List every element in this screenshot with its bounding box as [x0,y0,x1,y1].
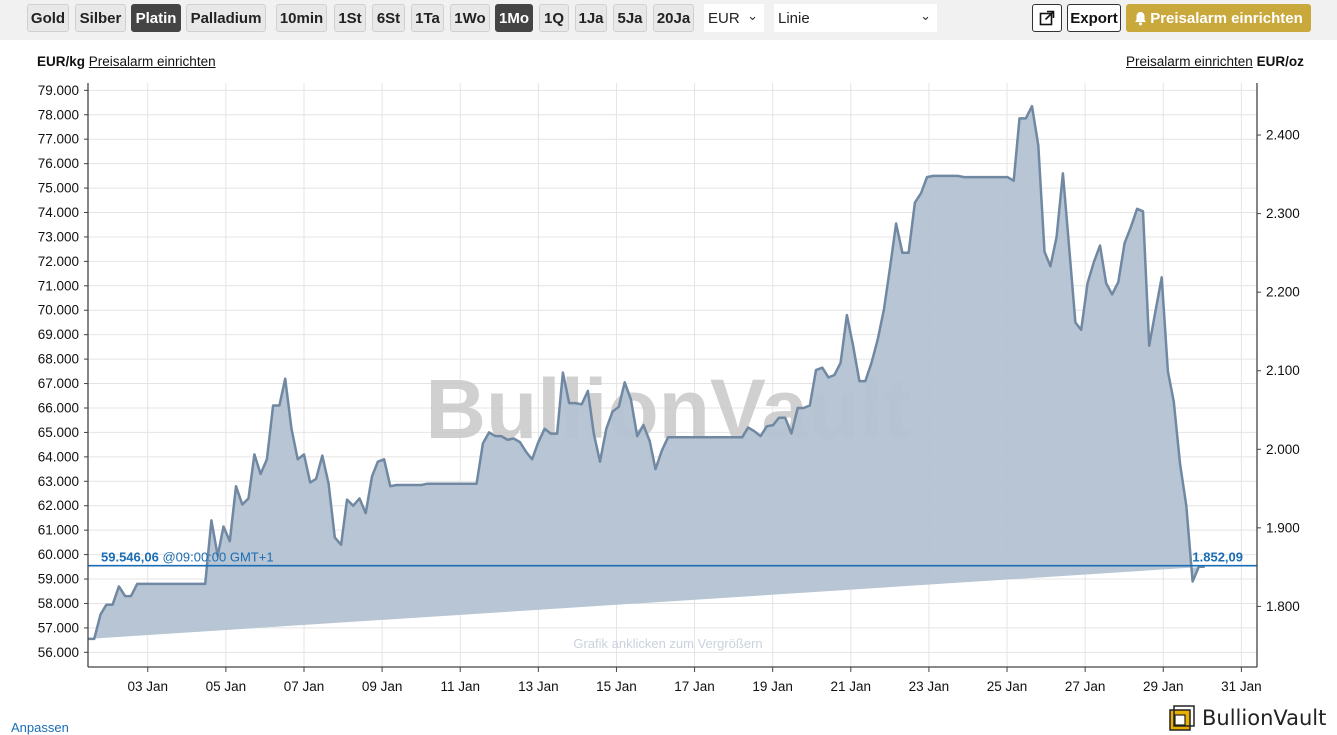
y-tick-label: 79.000 [38,83,79,98]
price-alarm-label: Preisalarm einrichten [1150,9,1303,27]
price-chart[interactable]: BullionVault Grafik anklicken zum Vergröß… [0,0,1337,735]
metal-button-platinum[interactable]: Platin [131,4,181,32]
y-tick-label: 64.000 [38,449,79,464]
bell-icon [1135,11,1147,25]
chevron-down-icon: ⌄ [747,8,758,23]
y-tick-label: 73.000 [38,229,79,244]
range-button-1ta[interactable]: 1Ta [411,4,444,32]
y-tick-label: 65.000 [38,425,79,440]
range-button-1st[interactable]: 1St [334,4,366,32]
range-button-10min[interactable]: 10min [276,4,327,32]
range-button-5ja[interactable]: 5Ja [613,4,647,32]
range-button-1q[interactable]: 1Q [539,4,569,32]
y-tick-label: 78.000 [38,107,79,122]
chart-style-value: Linie [778,9,810,27]
y-tick-label: 71.000 [38,278,79,293]
y2-tick-label: 2.200 [1266,285,1300,300]
toolbar: Gold Silber Platin Palladium 10min 1St 6… [0,0,1337,40]
y-tick-label: 59.000 [38,572,79,587]
x-tick-label: 03 Jan [127,679,168,694]
x-tick-label: 13 Jan [518,679,559,694]
open-external-button[interactable] [1032,4,1062,32]
chevron-down-icon: ⌄ [920,8,931,23]
y-tick-label: 62.000 [38,498,79,513]
y-tick-label: 60.000 [38,547,79,562]
x-tick-label: 27 Jan [1065,679,1106,694]
currency-select[interactable]: EUR ⌄ [704,4,764,32]
y-tick-label: 69.000 [38,327,79,342]
x-tick-label: 23 Jan [909,679,950,694]
metal-button-palladium[interactable]: Palladium [186,4,266,32]
range-button-1ja[interactable]: 1Ja [575,4,607,32]
x-tick-label: 25 Jan [987,679,1028,694]
right-price-alarm-link[interactable]: Preisalarm einrichten [1126,54,1253,69]
x-tick-label: 07 Jan [284,679,325,694]
y-tick-label: 72.000 [38,254,79,269]
price-alarm-button[interactable]: Preisalarm einrichten [1126,4,1311,32]
bullionvault-logo-icon [1169,705,1195,731]
right-axis-label: Preisalarm einrichten EUR/oz [1126,54,1304,69]
y-tick-label: 57.000 [38,620,79,635]
y2-tick-label: 2.300 [1266,206,1300,221]
x-tick-label: 19 Jan [752,679,793,694]
y-tick-label: 67.000 [38,376,79,391]
external-link-icon [1039,10,1055,26]
y-tick-label: 58.000 [38,596,79,611]
x-tick-label: 09 Jan [362,679,403,694]
x-tick-label: 11 Jan [440,679,480,694]
x-tick-label: 17 Jan [674,679,715,694]
y2-tick-label: 2.400 [1266,128,1300,143]
y-tick-label: 74.000 [38,205,79,220]
enlarge-hint-text: Grafik anklicken zum Vergrößern [573,636,762,651]
left-unit: EUR/kg [37,54,86,69]
range-button-6st[interactable]: 6St [372,4,405,32]
y-tick-label: 63.000 [38,474,79,489]
metal-button-silver[interactable]: Silber [75,4,126,32]
x-tick-label: 15 Jan [596,679,637,694]
x-tick-label: 31 Jan [1221,679,1262,694]
y-tick-label: 68.000 [38,352,79,367]
left-axis-label: EUR/kg Preisalarm einrichten [37,54,216,69]
current-price-oz-label: 1.852,09 [1192,550,1243,565]
export-button[interactable]: Export [1067,4,1121,32]
metal-button-gold[interactable]: Gold [27,4,69,32]
current-price-label: 59.546,06 @09:00:00 GMT+1 [101,550,274,565]
left-price-alarm-link[interactable]: Preisalarm einrichten [89,54,216,69]
customize-link[interactable]: Anpassen [11,720,69,735]
chart-style-select[interactable]: Linie ⌄ [774,4,937,32]
x-tick-label: 29 Jan [1143,679,1184,694]
right-unit: EUR/oz [1256,54,1304,69]
watermark-text: BullionVault [425,362,910,456]
range-button-20ja[interactable]: 20Ja [653,4,694,32]
x-tick-label: 05 Jan [206,679,247,694]
y2-tick-label: 1.900 [1266,520,1300,535]
y-tick-label: 75.000 [38,181,79,196]
y-tick-label: 70.000 [38,303,79,318]
currency-value: EUR [708,9,740,27]
bullionvault-logo: BullionVault [1168,703,1326,733]
range-button-1mo[interactable]: 1Mo [495,4,533,32]
y-tick-label: 77.000 [38,132,79,147]
y2-tick-label: 2.100 [1266,363,1300,378]
y2-tick-label: 1.800 [1266,599,1300,614]
y-tick-label: 76.000 [38,156,79,171]
range-button-1wo[interactable]: 1Wo [450,4,490,32]
y2-tick-label: 2.000 [1266,442,1300,457]
logo-text: BullionVault [1202,706,1327,730]
y-tick-label: 56.000 [38,645,79,660]
y-tick-label: 66.000 [38,400,79,415]
x-tick-label: 21 Jan [831,679,872,694]
price-line [88,104,1205,641]
price-area [88,106,1205,639]
y-tick-label: 61.000 [38,523,79,538]
